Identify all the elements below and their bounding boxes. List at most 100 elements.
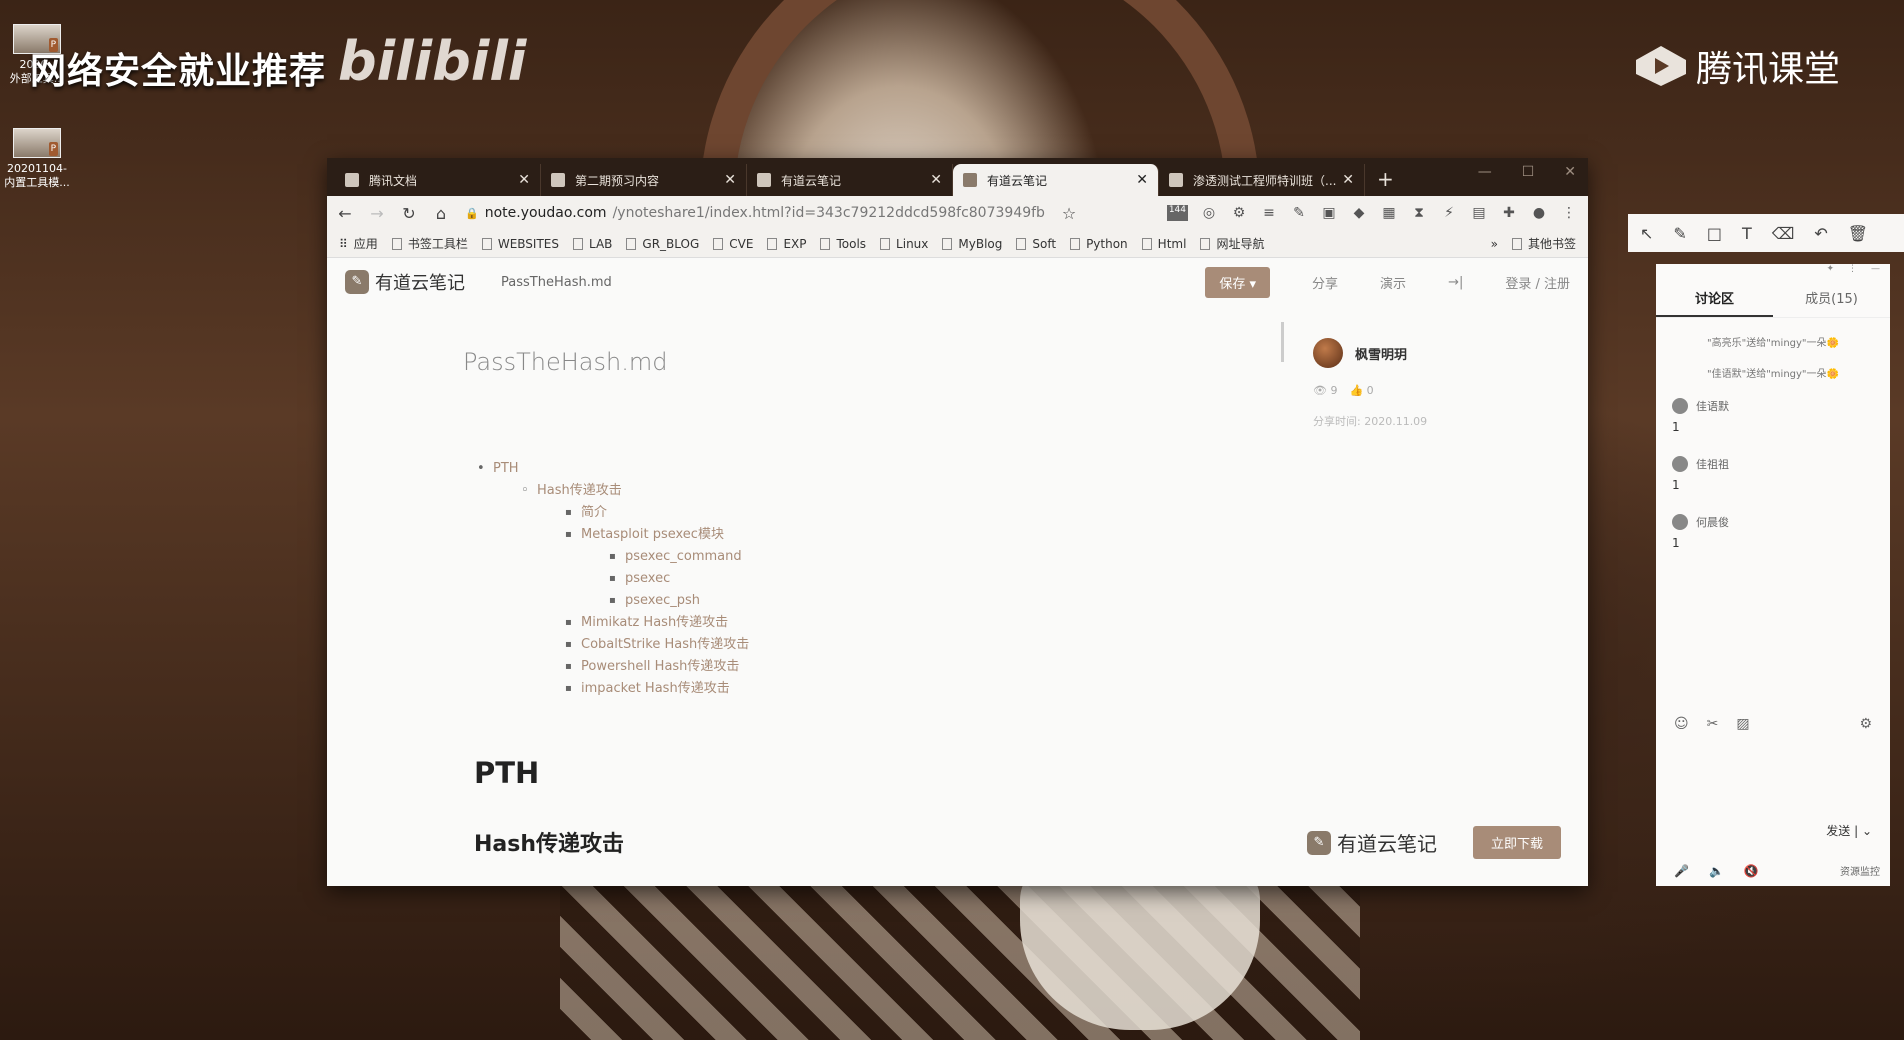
eraser-icon[interactable]: ⌫ [1772, 224, 1795, 243]
toc-link[interactable]: PTH [493, 461, 519, 476]
save-button[interactable]: 保存 ▾ [1205, 266, 1271, 298]
new-tab-button[interactable]: + [1365, 167, 1406, 196]
extension-icon[interactable]: ▦ [1380, 205, 1398, 221]
puzzle-icon[interactable]: ✚ [1500, 205, 1518, 221]
microphone-icon[interactable]: 🎤 [1674, 864, 1689, 878]
toc-item[interactable]: Powershell Hash传递攻击 [565, 656, 749, 678]
pin-icon[interactable]: ✦ [1826, 264, 1834, 278]
toc-link[interactable]: psexec_psh [625, 593, 700, 608]
bookmark-item[interactable]: 书签工具栏 [391, 235, 468, 252]
toc-item[interactable]: impacket Hash传递攻击 [565, 678, 749, 700]
menu-icon[interactable]: ⋮ [1560, 205, 1578, 221]
rectangle-icon[interactable]: □ [1707, 224, 1722, 243]
tab-preview[interactable]: 第二期预习内容 ✕ [541, 164, 747, 196]
close-icon[interactable]: ✕ [1342, 172, 1354, 188]
emoji-icon[interactable]: ☺ [1674, 716, 1689, 732]
bookmark-item[interactable]: 网址导航 [1200, 235, 1264, 252]
tab-youdao-1[interactable]: 有道云笔记 ✕ [747, 164, 953, 196]
toc-link[interactable]: Powershell Hash传递攻击 [581, 659, 739, 674]
extension-icon[interactable]: ▣ [1320, 205, 1338, 221]
bookmark-item[interactable]: MyBlog [942, 237, 1002, 251]
close-icon[interactable]: ✕ [724, 172, 736, 188]
toc-item[interactable]: CobaltStrike Hash传递攻击 [565, 634, 749, 656]
settings-icon[interactable]: ⚙ [1859, 716, 1872, 732]
toc-link[interactable]: CobaltStrike Hash传递攻击 [581, 637, 749, 652]
toc-link[interactable]: impacket Hash传递攻击 [581, 681, 730, 696]
toc-item[interactable]: Hash传递攻击 简介 Metasploit psexec模块 psexec_c… [521, 480, 749, 700]
toc-link[interactable]: 简介 [581, 505, 607, 520]
toc-item[interactable]: psexec_psh [609, 590, 749, 612]
present-button[interactable]: 演示 [1380, 273, 1406, 292]
trash-icon[interactable]: 🗑 [1848, 224, 1868, 243]
toc-item[interactable]: psexec_command [609, 546, 749, 568]
toc-item[interactable]: Mimikatz Hash传递攻击 [565, 612, 749, 634]
tab-discussion[interactable]: 讨论区 [1656, 288, 1773, 317]
close-icon[interactable]: ✕ [1136, 172, 1148, 188]
bookmark-item[interactable]: GR_BLOG [626, 237, 699, 251]
more-icon[interactable]: ⋮ [1848, 264, 1857, 278]
back-icon[interactable]: ← [337, 204, 353, 223]
bookmark-item[interactable]: Python [1070, 237, 1128, 251]
bookmark-item[interactable]: LAB [572, 237, 612, 251]
text-icon[interactable]: T [1742, 224, 1752, 243]
image-icon[interactable]: ▨ [1736, 716, 1749, 732]
cursor-icon[interactable]: ↖ [1640, 224, 1653, 243]
scissors-icon[interactable]: ✂ [1707, 716, 1719, 732]
bookmark-item[interactable]: WEBSITES [481, 237, 559, 251]
extension-icon[interactable]: ✎ [1290, 205, 1308, 221]
close-icon[interactable]: ✕ [930, 172, 942, 188]
bookmarks-overflow-button[interactable]: » [1491, 237, 1498, 251]
download-button[interactable]: 立即下载 [1473, 826, 1562, 859]
youdao-logo[interactable]: ✎ 有道云笔记 [345, 269, 465, 295]
login-link[interactable]: 登录 / 注册 [1505, 273, 1570, 292]
minimize-icon[interactable]: — [1871, 264, 1880, 278]
desktop-icon-internal-tools[interactable]: 20201104- 内置工具模... [4, 128, 70, 190]
toc-item[interactable]: Metasploit psexec模块 psexec_command psexe… [565, 524, 749, 612]
bookmark-other[interactable]: 其他书签 [1511, 235, 1576, 252]
bookmark-apps[interactable]: ⠿ 应用 [339, 235, 378, 252]
undo-icon[interactable]: ↶ [1814, 224, 1827, 243]
toc-link[interactable]: psexec [625, 571, 670, 586]
close-icon[interactable]: ✕ [518, 172, 530, 188]
share-button[interactable]: 分享 [1312, 273, 1338, 292]
forward-icon[interactable]: → [369, 204, 385, 223]
extension-icon[interactable]: ◆ [1350, 205, 1368, 221]
maximize-icon[interactable]: ☐ [1522, 164, 1535, 180]
close-window-icon[interactable]: ✕ [1564, 164, 1576, 180]
extension-icon[interactable]: ⧗ [1410, 205, 1428, 221]
extension-icon[interactable]: ◎ [1200, 205, 1218, 221]
star-icon[interactable]: ☆ [1061, 204, 1077, 223]
mic-off-icon[interactable]: 🔇 [1744, 864, 1759, 878]
extension-badge[interactable]: 144 [1166, 205, 1188, 221]
avatar-icon[interactable]: ● [1530, 205, 1548, 221]
extension-icon[interactable]: ⚡ [1440, 205, 1458, 221]
resource-monitor[interactable]: 资源监控 [1840, 863, 1880, 878]
send-button[interactable]: 发送 | ⌄ [1826, 822, 1872, 839]
url-field[interactable]: 🔒 note.youdao.com/ynoteshare1/index.html… [465, 205, 1045, 221]
tab-members[interactable]: 成员(15) [1773, 288, 1890, 307]
collapse-icon[interactable]: →| [1448, 275, 1463, 290]
bookmark-item[interactable]: Soft [1016, 237, 1056, 251]
bookmark-item[interactable]: Linux [880, 237, 928, 251]
speaker-icon[interactable]: 🔈 [1709, 864, 1724, 878]
minimize-icon[interactable]: — [1478, 164, 1492, 180]
filter-icon[interactable]: ≡ [1260, 205, 1278, 221]
toc-item[interactable]: 简介 [565, 502, 749, 524]
bookmark-item[interactable]: CVE [713, 237, 753, 251]
tab-tencent-docs[interactable]: 腾讯文档 ✕ [335, 164, 541, 196]
bookmark-item[interactable]: Tools [820, 237, 866, 251]
toc-link[interactable]: Mimikatz Hash传递攻击 [581, 615, 728, 630]
tab-training[interactable]: 渗透测试工程师特训班（... ✕ [1159, 164, 1365, 196]
extension-icon[interactable]: ▤ [1470, 205, 1488, 221]
toc-item[interactable]: psexec [609, 568, 749, 590]
bookmark-item[interactable]: Html [1141, 237, 1186, 251]
reload-icon[interactable]: ↻ [401, 204, 417, 223]
toc-link[interactable]: Metasploit psexec模块 [581, 527, 724, 542]
toc-item[interactable]: PTH Hash传递攻击 简介 Metasploit psexec模块 psex… [477, 458, 749, 700]
gear-icon[interactable]: ⚙ [1230, 205, 1248, 221]
toc-link[interactable]: Hash传递攻击 [537, 483, 622, 498]
home-icon[interactable]: ⌂ [433, 204, 449, 223]
bookmark-item[interactable]: EXP [767, 237, 806, 251]
toc-link[interactable]: psexec_command [625, 549, 742, 564]
tab-youdao-active[interactable]: 有道云笔记 ✕ [953, 164, 1159, 196]
